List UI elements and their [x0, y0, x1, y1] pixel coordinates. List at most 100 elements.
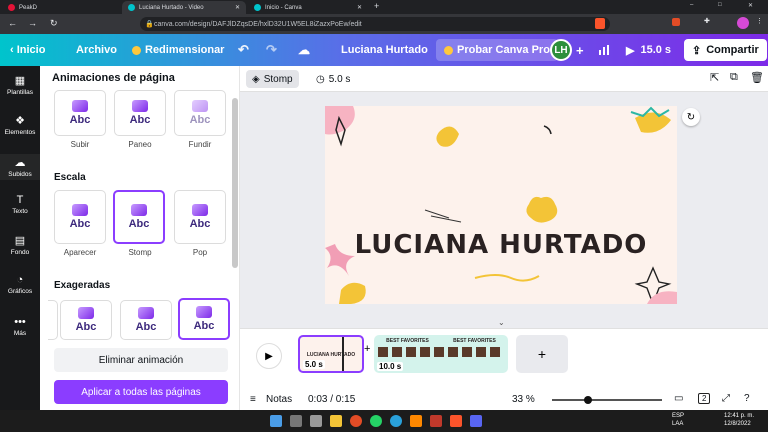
app-icon[interactable]: [430, 415, 442, 427]
rail-item-more[interactable]: ••• Más: [0, 316, 40, 337]
insights-icon[interactable]: [598, 34, 610, 66]
menu-icon[interactable]: ⋮: [756, 17, 763, 25]
design-slide[interactable]: LUCIANA HURTADO: [325, 106, 677, 304]
discord-icon[interactable]: [470, 415, 482, 427]
whatsapp-icon[interactable]: [370, 415, 382, 427]
timeline-play-button[interactable]: ▶: [256, 343, 282, 369]
add-between-icon[interactable]: +: [364, 343, 370, 355]
undo-icon[interactable]: ↶: [238, 34, 249, 66]
anim-card-fundir[interactable]: Abc: [174, 90, 226, 136]
play-button[interactable]: ▶ 15.0 s: [626, 34, 671, 66]
brave-icon[interactable]: [450, 415, 462, 427]
chrome-icon[interactable]: [350, 415, 362, 427]
search-icon[interactable]: [290, 415, 302, 427]
file-explorer-icon[interactable]: [330, 415, 342, 427]
anim-card-exaggerated-1[interactable]: Abc: [60, 300, 112, 340]
chevron-down-icon[interactable]: ⌄: [498, 318, 505, 327]
play-duration: 15.0 s: [640, 44, 672, 56]
timeline-clip-2[interactable]: BEST FAVORITES BEST FAVORITES 10.0 s: [374, 335, 508, 373]
browser-tab-home[interactable]: Inicio - Canva ✕: [248, 1, 368, 14]
clock-time[interactable]: 12:41 p. m.: [724, 413, 754, 419]
zoom-value[interactable]: 33 %: [512, 394, 535, 405]
avatar-wrapper[interactable]: LH: [550, 34, 572, 66]
browser-tab-peakd[interactable]: PeakD: [2, 1, 120, 14]
file-menu-button[interactable]: Archivo: [76, 34, 117, 66]
keyboard-lang[interactable]: ESP: [672, 413, 684, 419]
zoom-slider[interactable]: [552, 396, 662, 404]
apply-all-pages-button[interactable]: Aplicar a todas las páginas: [54, 380, 228, 404]
anim-card-exaggerated-2[interactable]: Abc: [120, 300, 172, 340]
try-pro-button[interactable]: Probar Canva Pro: [436, 39, 558, 61]
anim-card-stomp[interactable]: Abc: [113, 190, 165, 244]
add-page-button[interactable]: +: [516, 335, 568, 373]
resize-button[interactable]: Redimensionar: [132, 34, 224, 66]
rail-item-elements[interactable]: ❖ Elementos: [0, 114, 40, 136]
profile-avatar-icon[interactable]: [737, 17, 749, 29]
new-tab-button[interactable]: +: [374, 1, 379, 11]
text-icon: T: [16, 194, 24, 206]
windows-start-icon[interactable]: [270, 415, 282, 427]
duration-button[interactable]: ◷ 5.0 s: [316, 70, 350, 88]
notes-button[interactable]: Notas: [266, 394, 292, 405]
browser-tab-design[interactable]: Luciana Hurtado - Video ✕: [122, 1, 246, 14]
cloud-saved-icon[interactable]: ☁: [298, 34, 310, 66]
timeline-clip-1[interactable]: LUCIANA HURTADO 5.0 s: [298, 335, 364, 373]
anim-card-paneo[interactable]: Abc: [114, 90, 166, 136]
share-button[interactable]: ⇪ Compartir: [684, 39, 767, 61]
rail-item-background[interactable]: ▤ Fondo: [0, 234, 40, 256]
page-count[interactable]: 2: [698, 393, 711, 404]
anim-card-partial[interactable]: [48, 300, 58, 340]
anim-preview-icon: [132, 100, 148, 112]
back-icon[interactable]: ←: [8, 18, 17, 28]
export-icon[interactable]: ⇱: [710, 71, 719, 84]
minimize-button[interactable]: –: [690, 2, 693, 8]
canva-favicon-icon: [128, 4, 135, 11]
extension-icon[interactable]: [672, 18, 680, 26]
url-field[interactable]: 🔒 canva.com/design/DAFJlDZqsDE/hxlD32U1W…: [140, 17, 610, 31]
browser-tab-title: PeakD: [19, 4, 38, 11]
close-window-button[interactable]: ✕: [748, 2, 753, 9]
playhead[interactable]: [342, 337, 344, 371]
grid-view-icon[interactable]: ▭: [674, 393, 683, 404]
side-rail: ▦ Plantillas ❖ Elementos ☁ Subidos T Texto ▤ Fond…: [0, 66, 40, 410]
rail-item-templates[interactable]: ▦ Plantillas: [0, 74, 40, 96]
help-icon[interactable]: ?: [744, 393, 750, 404]
animation-button[interactable]: ◈ Stomp: [246, 70, 299, 88]
telegram-icon[interactable]: [390, 415, 402, 427]
panel-scrollbar[interactable]: [232, 98, 238, 268]
clip-header-left: BEST FAVORITES: [386, 338, 429, 344]
brave-shield-icon[interactable]: [595, 18, 605, 29]
task-view-icon[interactable]: [310, 415, 322, 427]
rail-item-text[interactable]: T Texto: [0, 194, 40, 215]
anim-card-subir[interactable]: Abc: [54, 90, 106, 136]
rail-item-upload[interactable]: ☁ Subidos: [0, 154, 40, 180]
close-tab-icon[interactable]: ✕: [235, 4, 240, 11]
refresh-icon[interactable]: ↻: [682, 108, 700, 126]
anim-label: Subir: [70, 140, 90, 149]
add-collaborator-button[interactable]: +: [576, 34, 584, 66]
anim-card-pop[interactable]: Abc: [174, 190, 226, 244]
duplicate-icon[interactable]: ⧉: [730, 71, 738, 84]
reload-icon[interactable]: ↻: [50, 18, 58, 29]
notes-icon[interactable]: ≡: [250, 394, 256, 405]
redo-icon[interactable]: ↷: [266, 34, 277, 66]
rail-item-charts[interactable]: ◔ Gráficos: [0, 274, 40, 295]
forward-icon[interactable]: →: [28, 18, 37, 28]
zoom-slider-knob[interactable]: [584, 396, 592, 404]
fullscreen-icon[interactable]: ⤢: [722, 393, 730, 404]
home-button[interactable]: ‹ Inicio: [10, 34, 45, 66]
design-title[interactable]: Luciana Hurtado: [341, 34, 428, 66]
close-tab-icon[interactable]: ✕: [357, 4, 362, 11]
media-icon[interactable]: [410, 415, 422, 427]
address-toolbar: ← → ↻ 🔒 canva.com/design/DAFJlDZqsDE/hxl…: [0, 14, 768, 34]
remove-animation-button[interactable]: Eliminar animación: [54, 348, 228, 372]
anim-label: Paneo: [128, 140, 152, 149]
anim-card-aparecer[interactable]: Abc: [54, 190, 106, 244]
anim-preview-icon: [192, 204, 208, 216]
trash-icon[interactable]: 🗑: [750, 71, 764, 84]
puzzle-icon[interactable]: ✚: [704, 17, 710, 25]
play-icon: ▶: [626, 44, 635, 57]
anim-card-exaggerated-3[interactable]: Abc: [178, 298, 230, 340]
slide-title[interactable]: LUCIANA HURTADO: [325, 230, 677, 260]
maximize-button[interactable]: □: [718, 2, 722, 8]
